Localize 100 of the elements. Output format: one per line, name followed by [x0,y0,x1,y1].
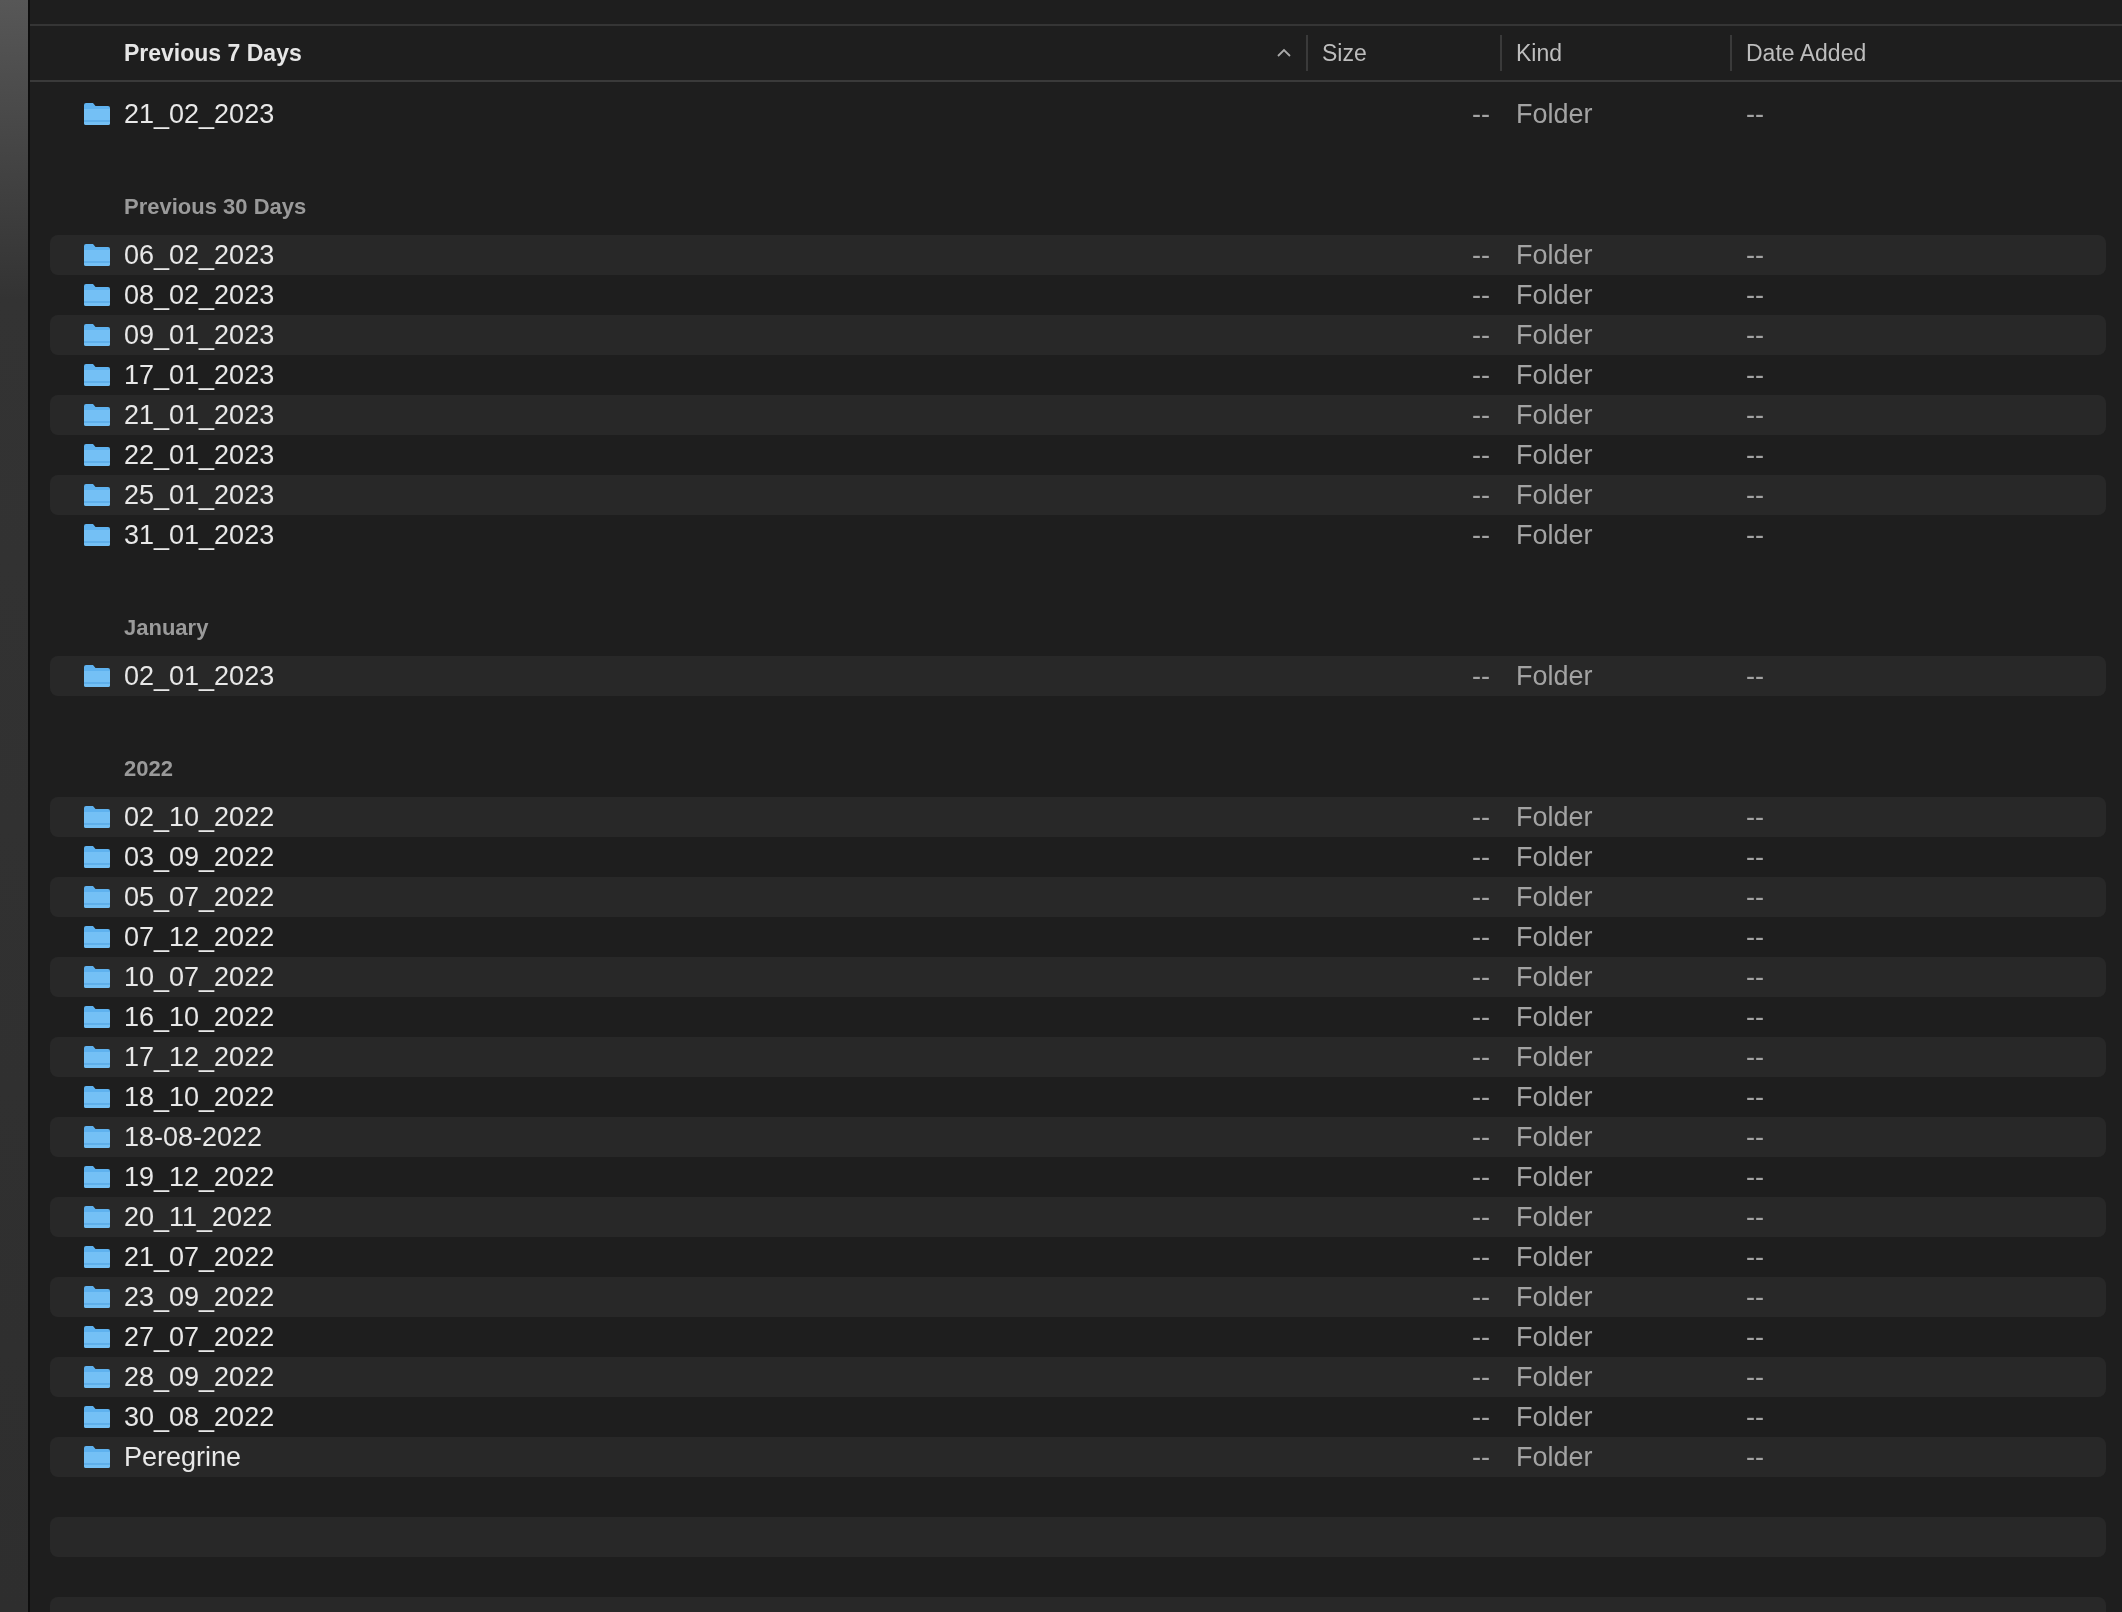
file-name[interactable]: 31_01_2023 [124,519,1300,551]
size-cell-text: -- [1471,1121,1490,1153]
file-name[interactable]: 06_02_2023 [124,239,1300,271]
size-cell-text: -- [1471,1321,1490,1353]
kind-cell-text: Folder [1516,1161,1594,1193]
column-header[interactable]: Previous 7 Days [124,39,302,67]
size-cell-text: -- [1471,881,1490,913]
file-name[interactable]: 21_02_2023 [124,98,1300,130]
date-cell: -- [1746,1121,1764,1153]
file-name[interactable]: 22_01_2023 [124,439,1300,471]
date-cell: -- [1746,1321,1764,1353]
size-cell-text: -- [1471,841,1490,873]
kind-cell-text: Folder [1516,1401,1594,1433]
date-cell: -- [1746,1441,1764,1473]
date-cell: -- [1746,1201,1764,1233]
folder-icon [83,845,111,869]
file-name[interactable]: 03_09_2022 [124,841,1300,873]
folder-icon [83,1125,111,1149]
folder-icon [83,1285,111,1309]
date-cell: -- [1746,1401,1764,1433]
folder-icon [83,1005,111,1029]
file-name[interactable]: 02_10_2022 [124,801,1300,833]
file-name[interactable]: 18_10_2022 [124,1081,1300,1113]
folder-icon [83,443,111,467]
kind-cell-text: Folder [1516,359,1594,391]
date-cell: -- [1746,801,1764,833]
size-cell-text: -- [1471,961,1490,993]
kind-cell-text: Folder [1516,841,1594,873]
date-cell: -- [1746,359,1764,391]
folder-icon [83,363,111,387]
file-name[interactable]: 20_11_2022 [124,1201,1300,1233]
folder-icon [83,1205,111,1229]
file-name[interactable]: 09_01_2023 [124,319,1300,351]
folder-icon [83,323,111,347]
kind-cell-text: Folder [1516,439,1594,471]
folder-icon [83,965,111,989]
kind-cell-text: Folder [1516,1041,1594,1073]
file-name[interactable]: 21_01_2023 [124,399,1300,431]
date-cell: -- [1746,660,1764,692]
file-name[interactable]: 16_10_2022 [124,1001,1300,1033]
file-name[interactable]: 21_07_2022 [124,1241,1300,1273]
size-cell-text: -- [1471,1361,1490,1393]
date-cell: -- [1746,279,1764,311]
column-header[interactable]: Kind [1516,39,1563,67]
folder-icon [83,1325,111,1349]
kind-cell-text: Folder [1516,1241,1594,1273]
folder-icon [83,664,111,688]
file-name[interactable]: 18-08-2022 [124,1121,1300,1153]
size-cell-text: -- [1471,279,1490,311]
file-name[interactable]: 17_12_2022 [124,1041,1300,1073]
file-name[interactable]: 08_02_2023 [124,279,1300,311]
folder-icon [83,1445,111,1469]
kind-cell-text: Folder [1516,319,1594,351]
date-cell: -- [1746,841,1764,873]
size-cell-text: -- [1471,1161,1490,1193]
kind-cell-text: Folder [1516,801,1594,833]
column-header[interactable]: Date Added [1746,39,1867,67]
kind-cell-text: Folder [1516,1201,1594,1233]
folder-icon [83,523,111,547]
folder-icon [83,885,111,909]
folder-icon [83,403,111,427]
folder-icon [83,1165,111,1189]
folder-icon [83,243,111,267]
date-cell: -- [1746,439,1764,471]
file-name[interactable]: 05_07_2022 [124,881,1300,913]
size-cell-text: -- [1471,519,1490,551]
size-cell-text: -- [1471,1401,1490,1433]
folder-icon [83,1085,111,1109]
kind-cell-text: Folder [1516,961,1594,993]
size-cell-text: -- [1471,399,1490,431]
file-name[interactable]: 02_01_2023 [124,660,1300,692]
folder-icon [83,1365,111,1389]
file-name[interactable]: 10_07_2022 [124,961,1300,993]
file-name[interactable]: 17_01_2023 [124,359,1300,391]
file-name[interactable]: 27_07_2022 [124,1321,1300,1353]
file-name[interactable]: 19_12_2022 [124,1161,1300,1193]
size-cell-text: -- [1471,359,1490,391]
file-name[interactable]: Peregrine [124,1441,1300,1473]
size-cell-text: -- [1471,1201,1490,1233]
group-title: Previous 30 Days [124,194,307,220]
date-cell: -- [1746,1281,1764,1313]
kind-cell-text: Folder [1516,881,1594,913]
file-name[interactable]: 23_09_2022 [124,1281,1300,1313]
kind-cell-text: Folder [1516,239,1594,271]
file-name[interactable]: 30_08_2022 [124,1401,1300,1433]
size-cell-text: -- [1471,1281,1490,1313]
column-header[interactable]: Size [1322,39,1367,67]
date-cell: -- [1746,98,1764,130]
file-name[interactable]: 25_01_2023 [124,479,1300,511]
kind-cell-text: Folder [1516,1361,1594,1393]
folder-icon [83,283,111,307]
folder-icon [83,483,111,507]
kind-cell-text: Folder [1516,1321,1594,1353]
size-cell-text: -- [1471,921,1490,953]
folder-icon [83,805,111,829]
file-name[interactable]: 28_09_2022 [124,1361,1300,1393]
size-cell-text: -- [1471,319,1490,351]
file-name[interactable]: 07_12_2022 [124,921,1300,953]
date-cell: -- [1746,881,1764,913]
size-cell-text: -- [1471,239,1490,271]
